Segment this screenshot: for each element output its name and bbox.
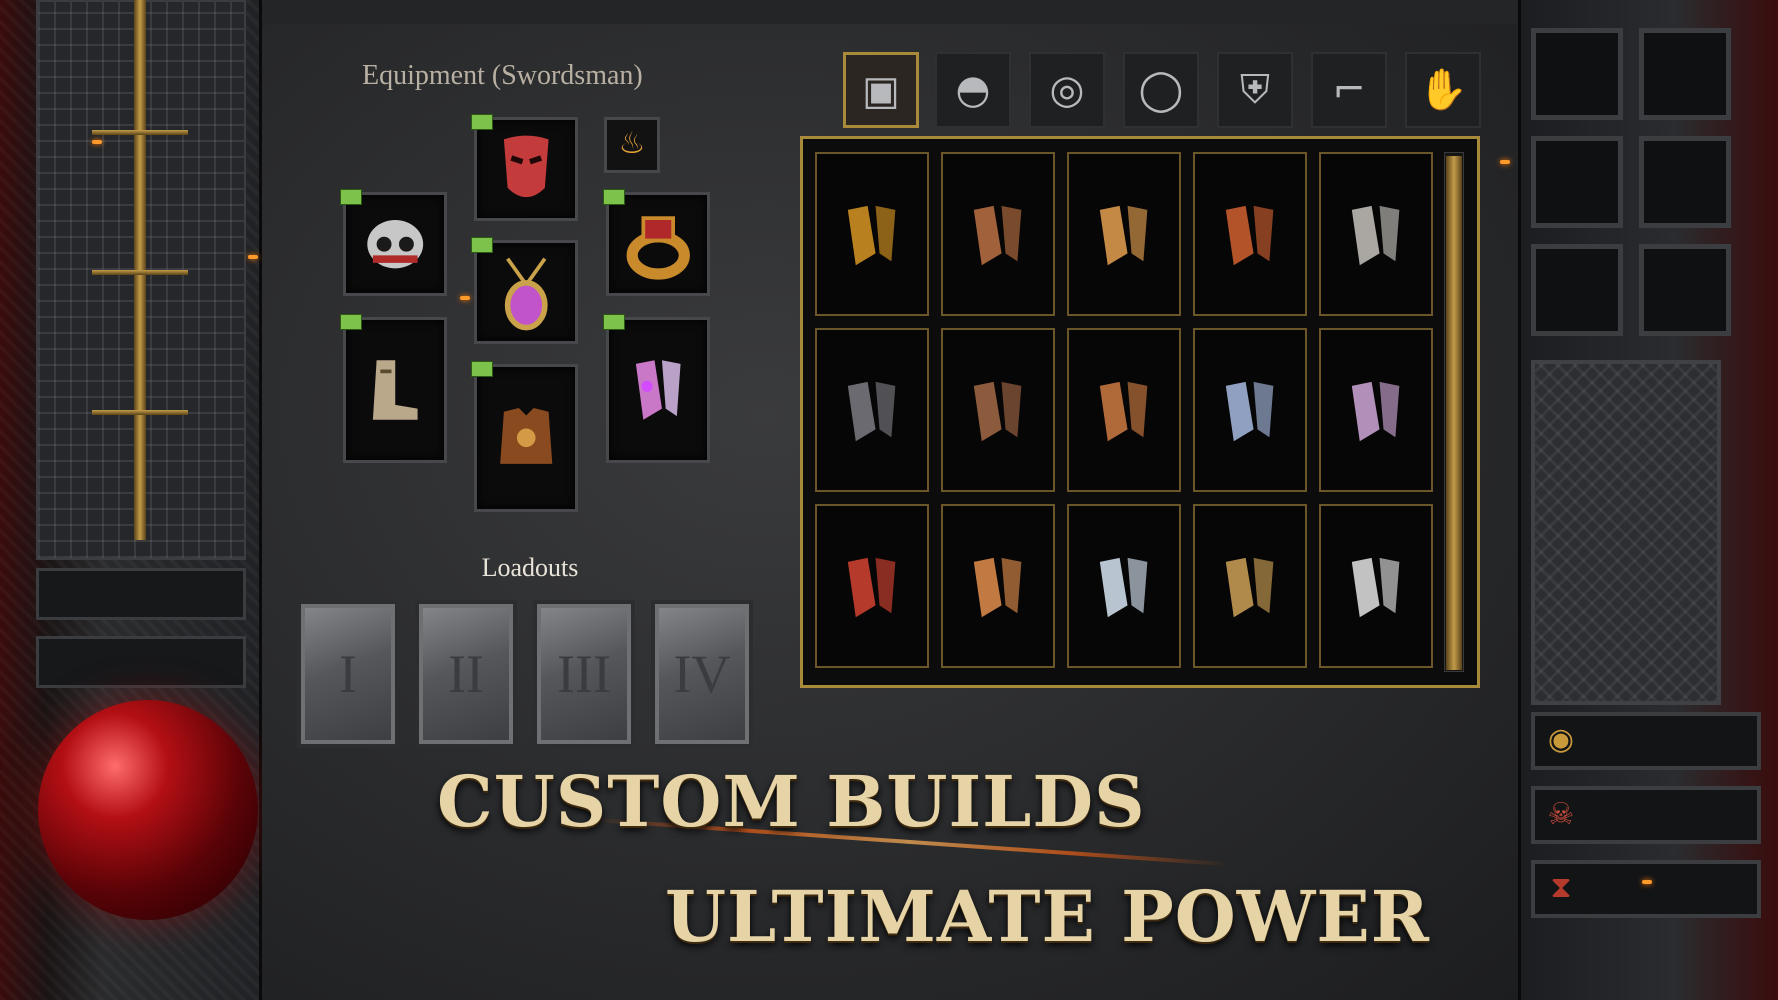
inventory-item[interactable] [1067,152,1181,316]
inventory-item[interactable] [1193,328,1307,492]
ring-slot[interactable] [603,189,710,296]
bracelet-icon [848,206,896,266]
ember [460,296,470,300]
dark-gloves-icon [848,382,896,442]
loadouts-title: Loadouts [481,553,579,582]
ember [92,140,102,144]
equipped-badge [471,237,493,253]
amulet-slot[interactable] [471,237,578,344]
flame-icon[interactable]: ♨ [604,117,660,173]
left-empty-slot [36,568,246,620]
inventory-scrollbar-thumb[interactable] [1446,156,1462,670]
tab-gloves[interactable]: ✋ [1405,52,1481,128]
left-empty-slot [36,636,246,688]
ember [248,255,258,259]
silver-ring-icon [1100,558,1148,618]
tab-helmet[interactable]: ◓ [935,52,1011,128]
pole-rung [92,270,188,275]
ember [1500,160,1510,164]
patterned-gloves-icon [1100,382,1148,442]
chest-slot[interactable] [471,361,578,512]
equipped-badge [471,114,493,130]
equipped-badge [471,361,493,377]
headline-line-2: ULTIMATE POWER [665,875,1430,958]
equipped-badge [603,314,625,330]
loadout-4-button[interactable]: IV [651,600,753,748]
head-slot[interactable] [340,189,447,296]
loadout-1-button[interactable]: I [297,600,399,748]
right-slot[interactable] [1639,28,1731,120]
tab-ring[interactable]: ◯ [1123,52,1199,128]
health-orb [38,700,258,920]
inventory-item[interactable] [1193,152,1307,316]
loadout-2-button[interactable]: II [415,600,517,748]
gloves-icon [974,206,1022,266]
skull-icon: ☠ [1547,797,1575,832]
right-ornamental-frame: ◉ ☠ ⧗ [1518,0,1778,1000]
chest-armor-icon [499,408,553,465]
inventory-item[interactable] [1193,504,1307,668]
bloody-wraps-icon [848,558,896,618]
inventory-item[interactable] [1319,152,1433,316]
flower-ring-icon [1226,558,1274,618]
inventory-item[interactable] [1067,504,1181,668]
tab-armor[interactable]: ⛨ [1217,52,1293,128]
ring-icon [626,216,690,280]
steel-gauntlet-icon [1352,206,1400,266]
skull-helmet-icon [367,219,423,269]
right-slot[interactable] [1531,244,1623,336]
mask-icon [503,135,549,197]
inventory-item[interactable] [1319,504,1433,668]
pole-rung [92,410,188,415]
pole-rung [92,130,188,135]
equipped-badge [340,189,362,205]
hourglass-icon: ⧗ [1550,870,1572,905]
inventory-item[interactable] [815,152,929,316]
coins-icon: ◉ [1547,722,1575,757]
tab-amulet[interactable]: ◎ [1029,52,1105,128]
equipped-badge [340,314,362,330]
inventory-item[interactable] [941,504,1055,668]
boots-slot[interactable] [340,314,447,463]
boots-icon [372,360,418,420]
inventory-item[interactable] [941,328,1055,492]
inventory-item[interactable] [941,152,1055,316]
ember [1642,880,1652,884]
right-slot[interactable] [1639,136,1731,228]
spiked-gauntlet-icon [1352,382,1400,442]
right-slot[interactable] [1531,28,1623,120]
inventory-item[interactable] [1319,328,1433,492]
helmet-slot[interactable] [471,114,578,221]
tab-boots[interactable]: ⌐ [1311,52,1387,128]
inventory-item[interactable] [1067,328,1181,492]
tab-chest[interactable]: ▣ [843,52,919,128]
knight-boots-icon [1352,558,1400,618]
inventory-item[interactable] [815,328,929,492]
amulet-icon [504,257,548,331]
gauntlet-icon [1100,206,1148,266]
right-slot[interactable] [1531,136,1623,228]
blue-gauntlet-icon [1226,382,1274,442]
gloves-slot[interactable] [603,314,710,463]
bronze-ring-icon [974,558,1022,618]
hand-wrap-icon [974,382,1022,442]
inventory-item[interactable] [815,504,929,668]
leather-glove-icon [1226,206,1274,266]
right-slot[interactable] [1639,244,1731,336]
ornate-panel [1531,360,1721,705]
equipped-badge [603,189,625,205]
equipment-title: Equipment (Swordsman) [362,60,643,91]
gloves-icon [635,360,681,420]
loadout-3-button[interactable]: III [533,600,635,748]
left-ornamental-frame [0,0,262,1000]
headline-line-1: CUSTOM BUILDS [437,760,1146,843]
